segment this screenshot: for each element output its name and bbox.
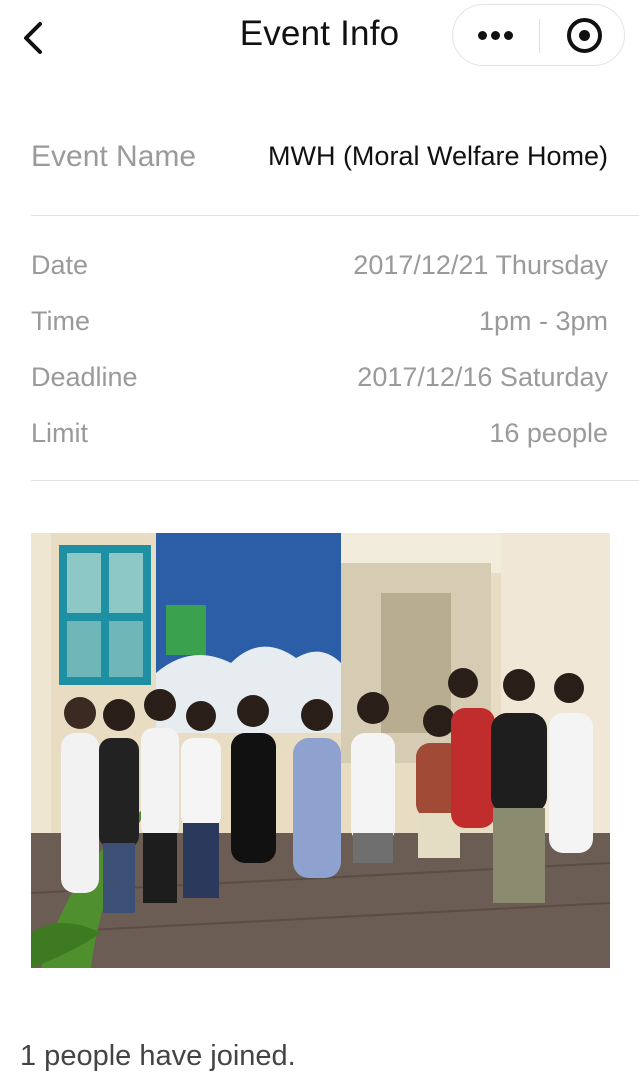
- event-name-label: Event Name: [31, 140, 197, 173]
- date-label: Date: [31, 250, 89, 280]
- close-button[interactable]: [540, 5, 626, 65]
- deadline-value: 2017/12/16 Saturday: [357, 362, 608, 392]
- more-dot: [491, 31, 500, 40]
- mini-program-capsule: [452, 4, 625, 66]
- nav-header: Event Info: [0, 0, 639, 80]
- date-value: 2017/12/21 Thursday: [353, 250, 608, 280]
- event-name-value: MWH (Moral Welfare Home): [267, 141, 608, 171]
- deadline-label: Deadline: [31, 362, 138, 392]
- divider: [31, 480, 639, 481]
- limit-value: 16 people: [489, 418, 608, 448]
- limit-label: Limit: [31, 418, 89, 448]
- group-photo-image: [31, 533, 610, 968]
- divider: [31, 215, 639, 216]
- more-button[interactable]: [453, 5, 539, 65]
- joined-count-text: 1 people have joined.: [20, 1040, 296, 1072]
- target-dot: [579, 30, 590, 41]
- event-photo: [31, 533, 610, 968]
- more-dot: [504, 31, 513, 40]
- more-dots-icon: [478, 31, 487, 40]
- time-label: Time: [31, 306, 90, 336]
- time-value: 1pm - 3pm: [478, 306, 608, 336]
